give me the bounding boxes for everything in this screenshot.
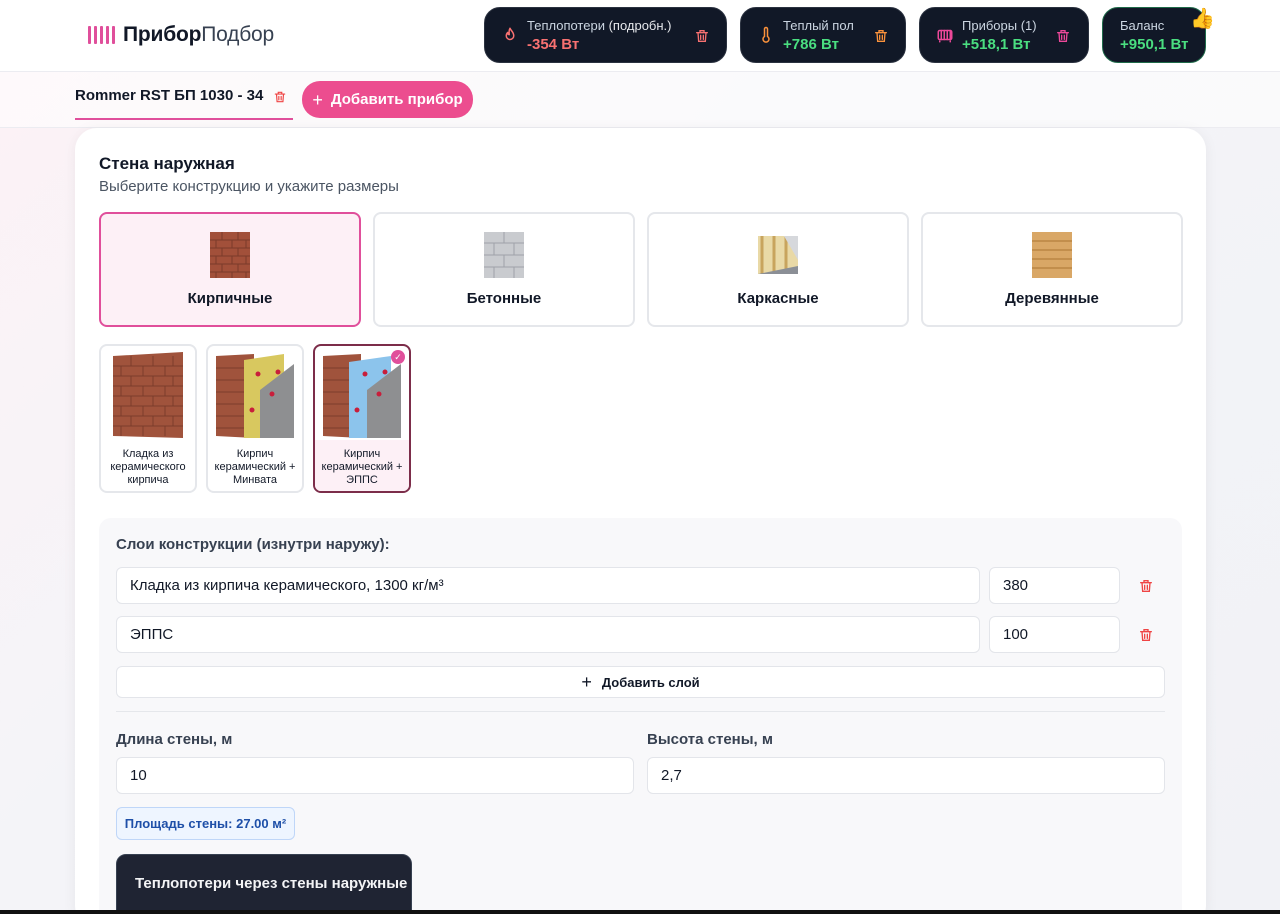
floor-heating-stat[interactable]: Теплый пол +786 Вт <box>740 7 906 63</box>
logo[interactable]: ПриборПодбор <box>88 22 274 48</box>
thermometer-icon <box>762 26 770 43</box>
result-title: Теплопотери через стены наружные <box>135 875 408 892</box>
trash-icon[interactable] <box>873 27 889 45</box>
variant-card-brick-mineral-wool[interactable]: Кирпич керамический + Минвата <box>206 344 304 493</box>
balance-label: Баланс <box>1120 18 1165 33</box>
wall-length-label: Длина стены, м <box>116 731 233 748</box>
device-tab-label: Rommer RST БП 1030 - 34 <box>75 87 264 104</box>
add-layer-label: Добавить слой <box>601 674 700 690</box>
type-card-frame[interactable]: Каркасные <box>647 212 909 327</box>
type-card-label: Каркасные <box>737 290 819 307</box>
floor-heating-value: +786 Вт <box>783 36 839 53</box>
type-card-brick[interactable]: Кирпичные <box>99 212 361 327</box>
add-layer-button[interactable]: + Добавить слой <box>116 666 1165 698</box>
radiator-icon <box>937 29 953 43</box>
frame-wall-icon <box>758 236 798 274</box>
device-tabs-bar: Rommer RST БП 1030 - 34 + Добавить прибо… <box>0 72 1280 128</box>
heat-loss-label: Теплопотери <box>527 18 609 33</box>
wall-card: Стена наружная Выберите конструкцию и ук… <box>75 128 1206 914</box>
floor-heating-label: Теплый пол <box>783 18 854 33</box>
wood-wall-icon <box>1032 232 1072 278</box>
heat-loss-value: -354 Вт <box>527 36 580 53</box>
heat-loss-details-link[interactable]: (подробн.) <box>609 18 672 33</box>
devices-stat[interactable]: Приборы (1) +518,1 Вт <box>919 7 1089 63</box>
type-card-concrete[interactable]: Бетонные <box>373 212 635 327</box>
plus-icon: + <box>312 89 323 110</box>
wall-height-input[interactable]: 2,7 <box>647 757 1165 794</box>
divider <box>116 711 1165 712</box>
type-card-label: Бетонные <box>466 290 542 307</box>
brick-masonry-image <box>113 352 183 438</box>
brick-wall-icon <box>210 232 250 278</box>
balance-value: +950,1 Вт <box>1120 36 1189 53</box>
variant-card-label: Кладка из керамического кирпича <box>110 448 186 486</box>
heat-loss-stat[interactable]: Теплопотери (подробн.) -354 Вт <box>484 7 727 63</box>
layers-panel: Слои конструкции (изнутри наружу): Кладк… <box>99 518 1182 914</box>
thumbs-up-icon: 👍 <box>1190 8 1215 30</box>
layers-title: Слои конструкции (изнутри наружу): <box>116 536 390 553</box>
variant-card-label: Кирпич керамический + Минвата <box>214 448 296 486</box>
plus-icon: + <box>581 672 592 692</box>
add-device-button[interactable]: + Добавить прибор <box>302 81 473 118</box>
section-title: Стена наружная <box>99 154 235 173</box>
type-card-label: Кирпичные <box>187 290 273 307</box>
check-icon: ✓ <box>391 350 405 364</box>
layer-thickness-input[interactable]: 380 <box>989 567 1120 604</box>
trash-icon[interactable] <box>273 89 287 105</box>
wall-area-badge: Площадь стены: 27.00 м² <box>116 807 295 840</box>
devices-value: +518,1 Вт <box>962 36 1031 53</box>
variant-card-label: Кирпич керамический + ЭППС <box>315 440 409 491</box>
heat-loss-result-card: Теплопотери через стены наружные <box>116 854 412 914</box>
devices-label: Приборы (1) <box>962 18 1037 33</box>
type-card-label: Деревянные <box>1005 290 1099 307</box>
brick-mineral-wool-image <box>216 354 294 438</box>
trash-icon[interactable] <box>694 27 710 45</box>
logo-mark-icon <box>88 26 115 44</box>
window-bottom-edge <box>0 910 1280 914</box>
section-subtitle: Выберите конструкцию и укажите размеры <box>99 178 399 195</box>
trash-icon[interactable] <box>1138 626 1154 644</box>
wall-height-label: Высота стены, м <box>647 731 773 748</box>
app-header: ПриборПодбор Теплопотери (подробн.) -354… <box>0 0 1280 72</box>
variant-card-ceramic-brick[interactable]: Кладка из керамического кирпича <box>99 344 197 493</box>
layer-thickness-input[interactable]: 100 <box>989 616 1120 653</box>
device-tab[interactable]: Rommer RST БП 1030 - 34 <box>75 80 293 120</box>
brick-xps-image <box>323 354 401 438</box>
layer-material-select[interactable]: Кладка из кирпича керамического, 1300 кг… <box>116 567 980 604</box>
trash-icon[interactable] <box>1138 577 1154 595</box>
logo-text-bold: Прибор <box>123 23 202 46</box>
concrete-block-icon <box>484 232 524 278</box>
logo-text-regular: Подбор <box>201 23 275 46</box>
trash-icon[interactable] <box>1055 27 1071 45</box>
wall-length-input[interactable]: 10 <box>116 757 634 794</box>
flame-icon <box>505 27 515 41</box>
add-device-label: Добавить прибор <box>330 91 463 108</box>
type-card-wood[interactable]: Деревянные <box>921 212 1183 327</box>
layer-material-select[interactable]: ЭППС <box>116 616 980 653</box>
variant-card-brick-xps[interactable]: ✓ Кирпич керамический + ЭППС <box>313 344 411 493</box>
